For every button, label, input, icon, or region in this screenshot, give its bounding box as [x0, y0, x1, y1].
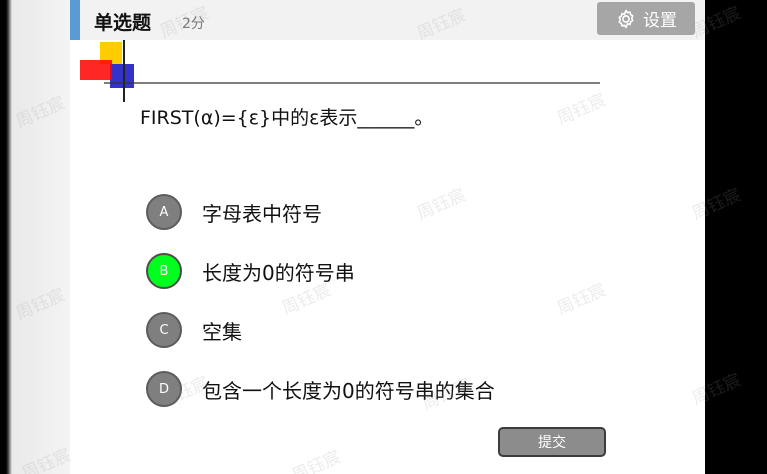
blue-square	[110, 64, 134, 88]
option-a-text[interactable]: 字母表中符号	[202, 198, 322, 227]
header-accent-bar	[70, 0, 80, 40]
question-type-label: 单选题	[94, 12, 152, 34]
red-square	[80, 60, 112, 80]
option-b-text[interactable]: 长度为0的符号串	[202, 257, 355, 286]
question-header: 单选题 2分 设置	[70, 0, 705, 40]
question-text: FIRST(α)={ε}中的ε表示______。	[140, 107, 434, 129]
right-margin-strip	[705, 0, 767, 474]
submit-button[interactable]: 提交	[498, 427, 606, 457]
settings-button[interactable]: 设置	[597, 2, 695, 35]
option-c-marker[interactable]: C	[146, 312, 182, 348]
option-c[interactable]: C 空集	[146, 310, 242, 350]
quiz-panel: 单选题 2分 设置 FIRST(α)={ε}中的ε表示______。 A 字母表…	[70, 0, 705, 474]
settings-label: 设置	[643, 11, 677, 31]
option-b-marker[interactable]: B	[146, 253, 182, 289]
option-a-marker[interactable]: A	[146, 194, 182, 230]
gear-icon	[615, 8, 637, 30]
option-d[interactable]: D 包含一个长度为0的符号串的集合	[146, 369, 495, 409]
option-c-text[interactable]: 空集	[202, 316, 242, 345]
option-d-marker[interactable]: D	[146, 371, 182, 407]
option-b[interactable]: B 长度为0的符号串	[146, 251, 355, 291]
decorative-header-graphic	[80, 40, 600, 102]
left-margin-strip	[0, 0, 70, 474]
option-d-text[interactable]: 包含一个长度为0的符号串的集合	[202, 375, 495, 404]
question-score-label: 2分	[182, 16, 205, 32]
option-a[interactable]: A 字母表中符号	[146, 192, 322, 232]
